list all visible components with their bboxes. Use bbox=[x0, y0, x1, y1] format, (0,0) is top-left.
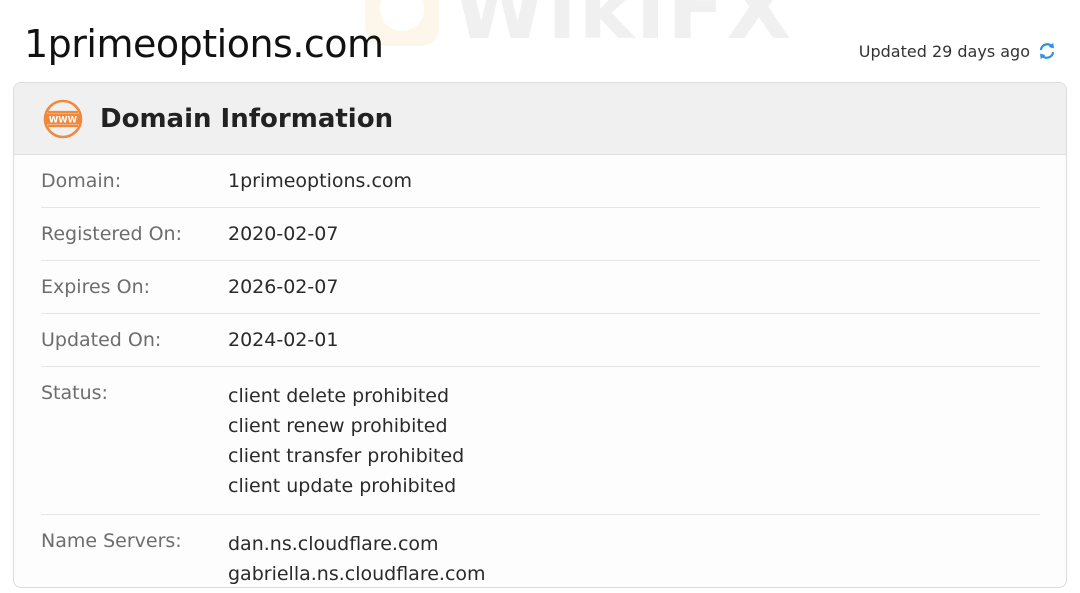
name-server-value: gabriella.ns.cloudflare.com bbox=[228, 563, 486, 585]
status-value: client update prohibited bbox=[228, 475, 457, 497]
row-value: client delete prohibited client renew pr… bbox=[228, 381, 464, 501]
updated-on-value: 2024-02-01 bbox=[228, 329, 339, 351]
row-updated-on: Updated On: 2024-02-01 bbox=[41, 314, 1040, 367]
row-value: dan.ns.cloudflare.com gabriella.ns.cloud… bbox=[228, 529, 486, 587]
row-label: Status: bbox=[41, 382, 108, 404]
row-label: Registered On: bbox=[41, 223, 182, 245]
registered-on-value: 2020-02-07 bbox=[228, 223, 339, 245]
status-value: client renew prohibited bbox=[228, 415, 448, 437]
name-server-value: dan.ns.cloudflare.com bbox=[228, 533, 439, 555]
domain-value: 1primeoptions.com bbox=[228, 170, 413, 192]
updated-status: Updated 29 days ago bbox=[859, 40, 1058, 62]
card-header: WWW Domain Information bbox=[14, 83, 1066, 155]
row-value: 2024-02-01 bbox=[228, 328, 338, 353]
row-label: Domain: bbox=[41, 170, 122, 192]
row-value: 1primeoptions.com bbox=[228, 169, 412, 194]
row-domain: Domain: 1primeoptions.com bbox=[41, 155, 1040, 208]
refresh-icon[interactable] bbox=[1036, 40, 1058, 62]
domain-info-table: Domain: 1primeoptions.com Registered On:… bbox=[14, 155, 1066, 587]
row-value: 2026-02-07 bbox=[228, 275, 338, 300]
status-value: client delete prohibited bbox=[228, 385, 450, 407]
page-title: 1primeoptions.com bbox=[24, 22, 384, 66]
www-icon: WWW bbox=[42, 98, 84, 140]
row-label: Expires On: bbox=[41, 276, 151, 298]
row-status: Status: client delete prohibited client … bbox=[41, 367, 1040, 515]
row-name-servers: Name Servers: dan.ns.cloudflare.com gabr… bbox=[41, 515, 1040, 587]
expires-on-value: 2026-02-07 bbox=[228, 276, 339, 298]
page-header: 1primeoptions.com Updated 29 days ago bbox=[24, 18, 1058, 74]
row-label: Updated On: bbox=[41, 329, 162, 351]
row-label: Name Servers: bbox=[41, 530, 182, 552]
svg-text:WWW: WWW bbox=[49, 115, 78, 125]
row-expires-on: Expires On: 2026-02-07 bbox=[41, 261, 1040, 314]
row-registered-on: Registered On: 2020-02-07 bbox=[41, 208, 1040, 261]
row-value: 2020-02-07 bbox=[228, 222, 338, 247]
status-value: client transfer prohibited bbox=[228, 445, 465, 467]
updated-text: Updated 29 days ago bbox=[858, 41, 1030, 61]
card-title: Domain Information bbox=[100, 103, 394, 134]
domain-information-card: WWW Domain Information Domain: 1primeopt… bbox=[13, 82, 1067, 588]
